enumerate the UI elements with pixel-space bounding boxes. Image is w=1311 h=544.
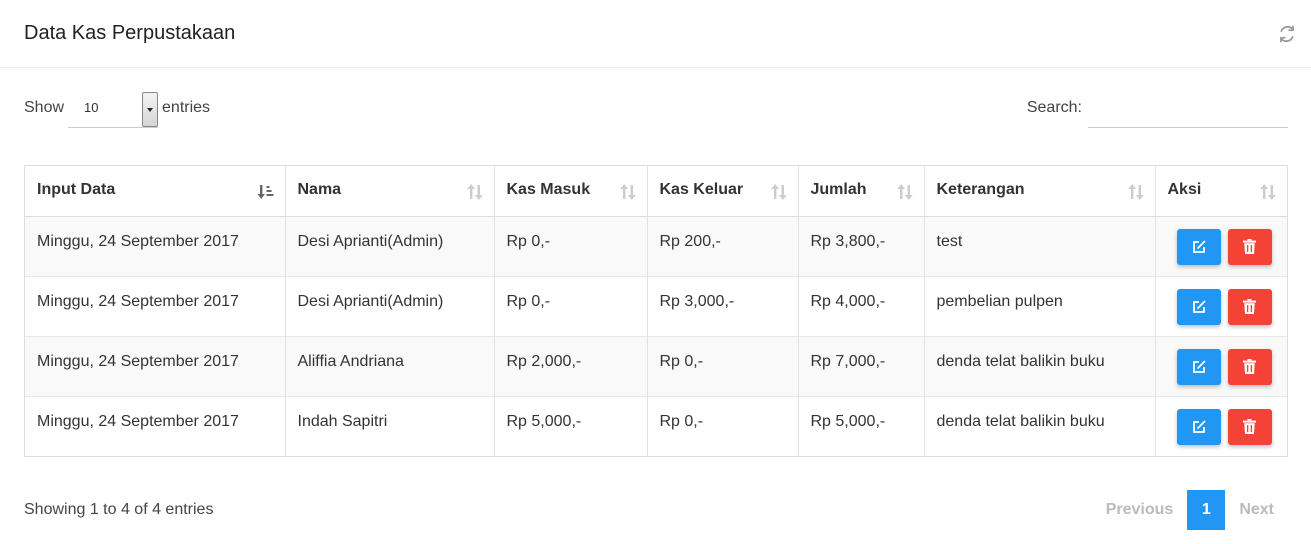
cell-jumlah: Rp 4,000,-: [798, 275, 925, 336]
chevron-down-icon[interactable]: [142, 92, 159, 127]
pagination: Previous 1 Next: [1092, 490, 1288, 530]
entries-select[interactable]: 10: [68, 88, 159, 128]
table-row: Minggu, 24 September 2017 Aliffia Andria…: [25, 335, 1287, 396]
sort-ascending-icon: [257, 185, 273, 199]
cell-input-data: Minggu, 24 September 2017: [25, 395, 286, 456]
page-title: Data Kas Perpustakaan: [24, 22, 236, 44]
table-footer: Showing 1 to 4 of 4 entries Previous 1 N…: [24, 490, 1288, 530]
cell-keterangan: denda telat balikin buku: [924, 335, 1156, 396]
search-label: Search:: [1026, 99, 1082, 116]
edit-button[interactable]: [1176, 348, 1221, 385]
sort-icon: [1127, 184, 1144, 200]
cell-jumlah: Rp 7,000,-: [798, 335, 925, 396]
page-1-button[interactable]: 1: [1187, 490, 1226, 530]
data-table: Input Data Nama Kas Masuk Kas Keluar Jum…: [24, 165, 1288, 457]
edit-button[interactable]: [1176, 228, 1221, 265]
table-row: Minggu, 24 September 2017 Desi Aprianti(…: [25, 216, 1287, 276]
delete-button[interactable]: [1227, 228, 1272, 265]
edit-icon: [1192, 360, 1205, 373]
cell-input-data: Minggu, 24 September 2017: [25, 335, 286, 396]
cell-kas-keluar: Rp 3,000,-: [647, 275, 799, 336]
cell-jumlah: Rp 3,800,-: [798, 216, 925, 276]
search-input[interactable]: [1088, 88, 1288, 128]
column-header-kas-keluar[interactable]: Kas Keluar: [647, 166, 799, 217]
delete-button[interactable]: [1227, 288, 1272, 325]
card-header: Data Kas Perpustakaan: [0, 0, 1311, 68]
refresh-icon[interactable]: [1277, 24, 1297, 44]
edit-button[interactable]: [1176, 288, 1221, 325]
column-header-kas-masuk[interactable]: Kas Masuk: [494, 166, 648, 217]
edit-button[interactable]: [1176, 408, 1221, 445]
cell-kas-masuk: Rp 0,-: [494, 216, 648, 276]
cell-kas-keluar: Rp 0,-: [647, 395, 799, 456]
previous-button[interactable]: Previous: [1092, 490, 1188, 530]
cell-kas-keluar: Rp 200,-: [647, 216, 799, 276]
edit-icon: [1192, 420, 1205, 433]
show-label: Show: [24, 99, 65, 116]
trash-icon: [1243, 239, 1257, 254]
delete-button[interactable]: [1227, 408, 1272, 445]
cell-keterangan: denda telat balikin buku: [924, 395, 1156, 456]
cell-nama: Aliffia Andriana: [285, 335, 495, 396]
sort-icon: [619, 184, 636, 200]
cell-nama: Desi Aprianti(Admin): [285, 275, 495, 336]
cell-nama: Indah Sapitri: [285, 395, 495, 456]
trash-icon: [1243, 359, 1257, 374]
cell-keterangan: pembelian pulpen: [924, 275, 1156, 336]
cell-input-data: Minggu, 24 September 2017: [25, 216, 286, 276]
cell-aksi: [1155, 275, 1287, 336]
sort-icon: [896, 184, 913, 200]
cell-aksi: [1155, 335, 1287, 396]
column-header-nama[interactable]: Nama: [285, 166, 495, 217]
search-control: Search:: [1027, 88, 1288, 128]
table-info: Showing 1 to 4 of 4 entries: [24, 501, 214, 518]
column-header-keterangan[interactable]: Keterangan: [924, 166, 1156, 217]
cell-kas-keluar: Rp 0,-: [647, 335, 799, 396]
table-row: Minggu, 24 September 2017 Indah Sapitri …: [25, 395, 1287, 456]
edit-icon: [1192, 300, 1205, 313]
cell-keterangan: test: [924, 216, 1156, 276]
next-button[interactable]: Next: [1225, 490, 1288, 530]
table-header-row: Input Data Nama Kas Masuk Kas Keluar Jum…: [25, 166, 1287, 217]
trash-icon: [1243, 419, 1257, 434]
cell-kas-masuk: Rp 2,000,-: [494, 335, 648, 396]
sort-icon: [1260, 184, 1276, 200]
column-header-input-data[interactable]: Input Data: [25, 166, 286, 217]
table-row: Minggu, 24 September 2017 Desi Aprianti(…: [25, 275, 1287, 336]
cell-aksi: [1155, 216, 1287, 276]
cell-input-data: Minggu, 24 September 2017: [25, 275, 286, 336]
data-card: Data Kas Perpustakaan Show 10 entries Se…: [0, 0, 1311, 544]
cell-kas-masuk: Rp 5,000,-: [494, 395, 648, 456]
entries-select-value: 10: [84, 100, 99, 115]
sort-icon: [466, 184, 483, 200]
entries-length-control: Show 10 entries: [24, 88, 210, 128]
edit-icon: [1192, 240, 1205, 253]
cell-kas-masuk: Rp 0,-: [494, 275, 648, 336]
column-header-aksi[interactable]: Aksi: [1155, 166, 1287, 217]
column-header-jumlah[interactable]: Jumlah: [798, 166, 925, 217]
trash-icon: [1243, 299, 1257, 314]
cell-aksi: [1155, 395, 1287, 456]
delete-button[interactable]: [1227, 348, 1272, 385]
cell-nama: Desi Aprianti(Admin): [285, 216, 495, 276]
sort-icon: [770, 184, 787, 200]
cell-jumlah: Rp 5,000,-: [798, 395, 925, 456]
entries-label: entries: [162, 99, 211, 116]
table-controls: Show 10 entries Search:: [24, 88, 1288, 128]
